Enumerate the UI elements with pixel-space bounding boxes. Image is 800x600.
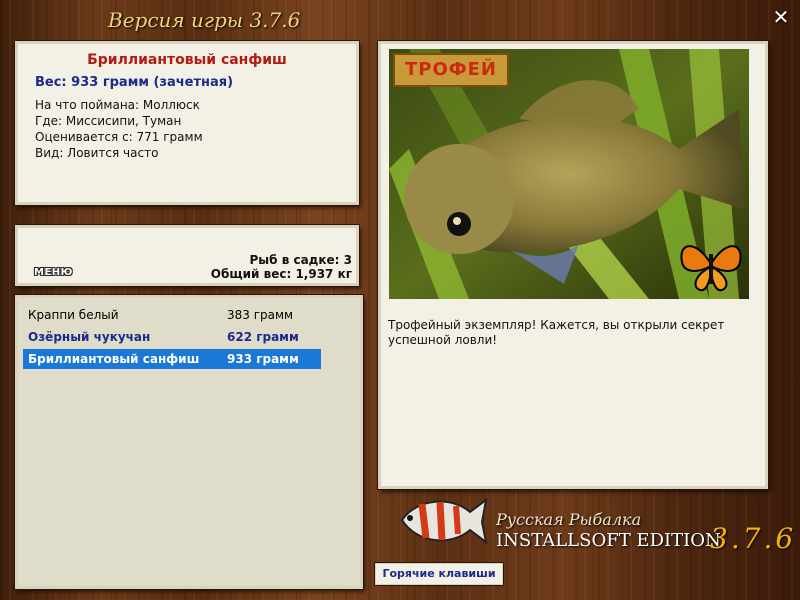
logo-version: 3.7.6 <box>710 522 797 555</box>
list-item-weight: 383 грамм <box>227 308 294 322</box>
list-item-weight: 933 грамм <box>227 352 299 366</box>
fish-logo-icon <box>400 497 488 545</box>
trophy-badge: ТРОФЕЙ <box>393 53 509 87</box>
menu-button[interactable]: МЕНЮ <box>34 267 73 278</box>
trophy-panel: ТРОФЕЙ Трофейный экземпляр! Кажется, вы … <box>378 41 768 489</box>
stats-panel: МЕНЮ Рыб в садке: 3 Общий вес: 1,937 кг <box>15 225 359 286</box>
window-title: Версия игры 3.7.6 <box>108 8 301 32</box>
fish-count: Рыб в садке: 3 <box>249 253 353 267</box>
list-item[interactable]: Краппи белый 383 грамм <box>23 305 321 325</box>
list-item-selected[interactable]: Бриллиантовый санфиш 933 грамм <box>23 349 321 369</box>
fish-info-panel: Бриллиантовый санфиш Вес: 933 грамм (зач… <box>15 41 359 205</box>
catch-list: Краппи белый 383 грамм Озёрный чукучан 6… <box>15 295 363 589</box>
list-item-name: Бриллиантовый санфиш <box>28 352 200 366</box>
fish-photo: ТРОФЕЙ <box>389 49 749 299</box>
fish-weight: Вес: 933 грамм (зачетная) <box>35 75 234 90</box>
total-weight: Общий вес: 1,937 кг <box>210 267 352 281</box>
logo-title: Русская Рыбалка <box>496 510 642 529</box>
list-item-weight: 622 грамм <box>227 330 299 344</box>
rating-info: Оценивается с: 771 грамм <box>35 130 203 144</box>
species-info: Вид: Ловится часто <box>35 146 159 160</box>
list-item-name: Озёрный чукучан <box>28 330 151 344</box>
list-item[interactable]: Озёрный чукучан 622 грамм <box>23 327 321 347</box>
list-item-name: Краппи белый <box>28 308 119 322</box>
butterfly-icon <box>680 245 742 292</box>
hotkeys-button[interactable]: Горячие клавиши <box>375 563 503 585</box>
logo-edition: INSTALLSOFT EDITION <box>496 530 721 551</box>
bait-info: На что поймана: Моллюск <box>35 98 200 112</box>
close-icon[interactable]: ✕ <box>770 6 792 28</box>
location-info: Где: Миссисипи, Туман <box>35 114 182 128</box>
fish-name: Бриллиантовый санфиш <box>87 52 287 68</box>
trophy-message: Трофейный экземпляр! Кажется, вы открыли… <box>388 318 725 347</box>
